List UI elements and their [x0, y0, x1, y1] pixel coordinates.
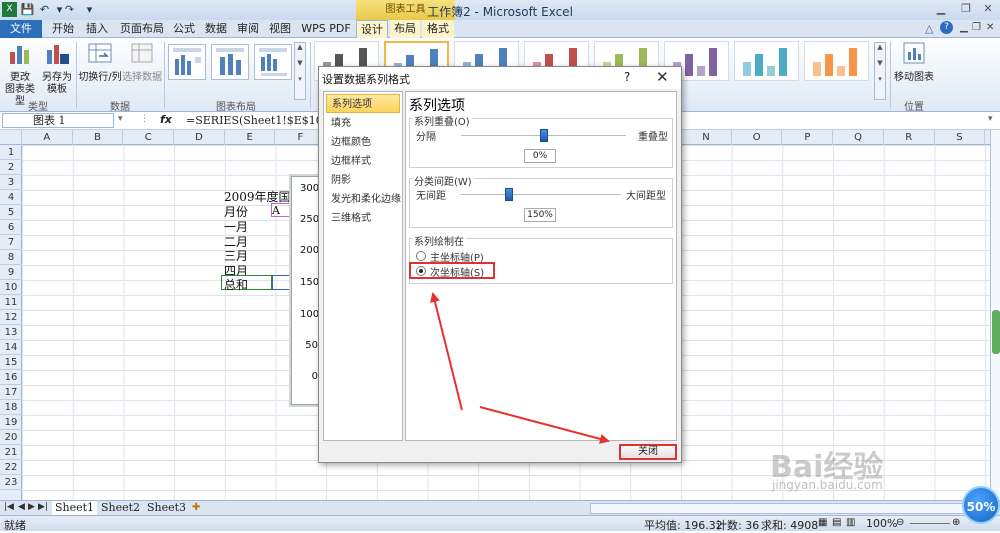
arrow-to-close-button	[479, 406, 610, 444]
arrow-to-secondary-axis	[430, 292, 463, 411]
zoom-badge: 50%	[962, 486, 1000, 524]
watermark-url: jingyan.baidu.com	[772, 478, 883, 492]
